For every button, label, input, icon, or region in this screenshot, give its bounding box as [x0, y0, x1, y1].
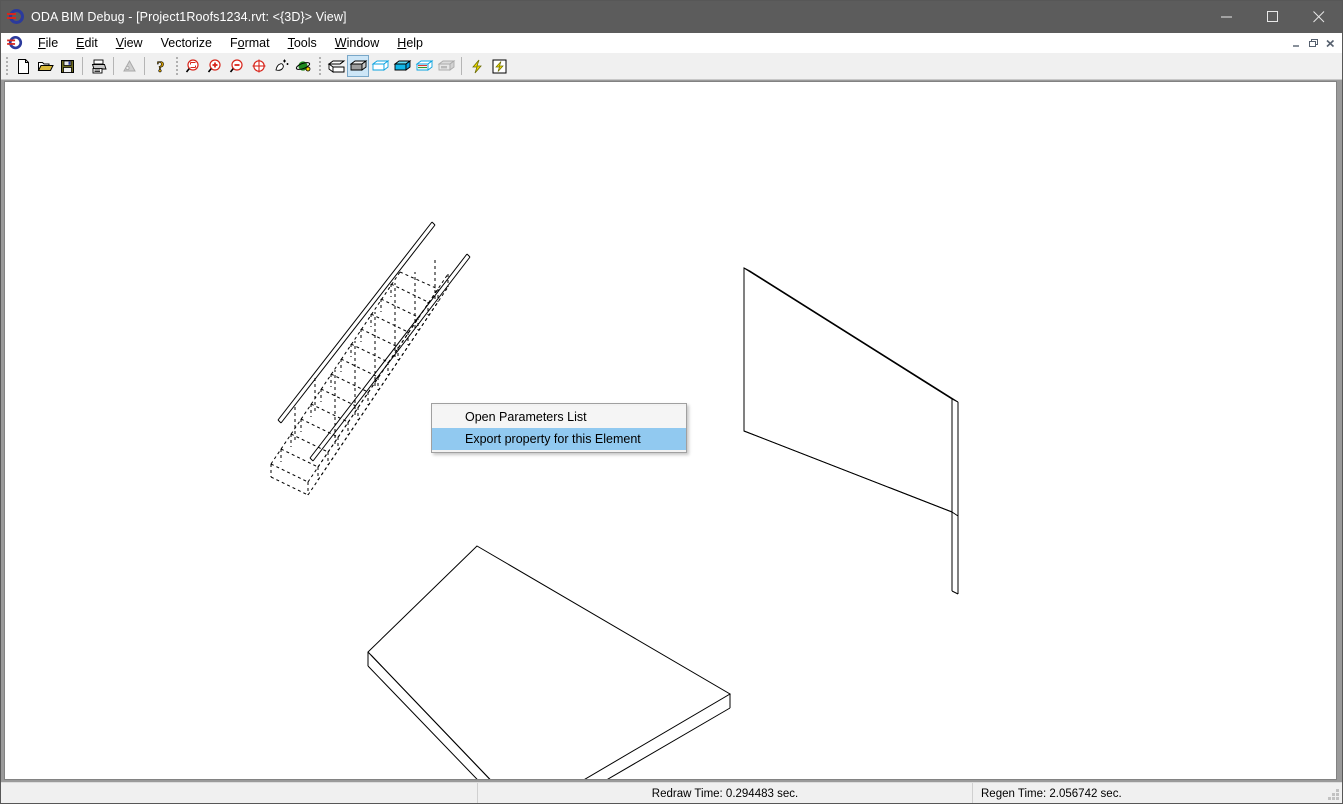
- mdi-child-controls: [1287, 33, 1342, 53]
- zoom-in-icon[interactable]: [204, 55, 226, 77]
- menu-items: File Edit View Vectorize Format Tools Wi…: [29, 33, 432, 53]
- render-hidden-line-icon[interactable]: [369, 55, 391, 77]
- toolbar-separator: [144, 57, 145, 75]
- title-bar: ODA BIM Debug - [Project1Roofs1234.rvt: …: [1, 1, 1342, 33]
- oda-logo-icon: [1, 1, 31, 33]
- child-view-window: Open Parameters List Export property for…: [4, 81, 1337, 780]
- render-2d-wireframe-icon[interactable]: [325, 55, 347, 77]
- menu-format[interactable]: Format: [221, 34, 279, 52]
- menu-vectorize[interactable]: Vectorize: [152, 34, 221, 52]
- context-menu: Open Parameters List Export property for…: [431, 403, 687, 453]
- toolbar-grip[interactable]: [316, 56, 323, 76]
- toolbar-separator: [82, 57, 83, 75]
- toolbar-separator: [461, 57, 462, 75]
- render-flat-shaded-icon[interactable]: [391, 55, 413, 77]
- context-menu-item-open-parameters-list[interactable]: Open Parameters List: [432, 406, 686, 428]
- new-file-icon[interactable]: [12, 55, 34, 77]
- zoom-out-icon[interactable]: [226, 55, 248, 77]
- print-icon[interactable]: [87, 55, 109, 77]
- open-file-icon[interactable]: [34, 55, 56, 77]
- menu-view[interactable]: View: [107, 34, 152, 52]
- document-oda-logo-icon: [1, 33, 29, 53]
- toolbar-separator: [113, 57, 114, 75]
- print-preview-icon: [118, 55, 140, 77]
- floor-slab-element: [367, 545, 731, 779]
- application-window: ODA BIM Debug - [Project1Roofs1234.rvt: …: [0, 0, 1343, 804]
- menu-window[interactable]: Window: [326, 34, 388, 52]
- svg-text:?: ?: [156, 59, 164, 75]
- status-redraw-time: Redraw Time: 0.294483 sec.: [477, 783, 973, 803]
- toolbar-grip[interactable]: [173, 56, 180, 76]
- mdi-minimize-icon[interactable]: [1288, 35, 1304, 51]
- mdi-client-area: Open Parameters List Export property for…: [1, 80, 1342, 782]
- window-title: ODA BIM Debug - [Project1Roofs1234.rvt: …: [31, 10, 347, 24]
- save-file-icon[interactable]: [56, 55, 78, 77]
- regen-icon[interactable]: [466, 55, 488, 77]
- render-disabled-icon: [435, 55, 457, 77]
- context-menu-item-export-property[interactable]: Export property for this Element: [432, 428, 686, 450]
- status-left-pane: [1, 783, 477, 803]
- resize-grip-icon[interactable]: [1327, 789, 1340, 802]
- regen-all-icon[interactable]: [488, 55, 510, 77]
- menu-edit[interactable]: Edit: [67, 34, 107, 52]
- window-controls: [1204, 1, 1342, 33]
- render-gouraud-icon[interactable]: [413, 55, 435, 77]
- menu-help[interactable]: Help: [388, 34, 432, 52]
- toolbar: ?: [1, 53, 1342, 80]
- zoom-window-icon[interactable]: [182, 55, 204, 77]
- mdi-close-icon[interactable]: [1322, 35, 1338, 51]
- menu-tools[interactable]: Tools: [279, 34, 326, 52]
- close-icon[interactable]: [1296, 1, 1342, 33]
- status-regen-time: Regen Time: 2.056742 sec.: [973, 783, 1342, 803]
- maximize-icon[interactable]: [1250, 1, 1296, 33]
- orbit-icon[interactable]: [292, 55, 314, 77]
- toolbar-grip[interactable]: [3, 56, 10, 76]
- zoom-extents-icon[interactable]: [248, 55, 270, 77]
- mdi-restore-icon[interactable]: [1305, 35, 1321, 51]
- help-icon[interactable]: ?: [149, 55, 171, 77]
- minimize-icon[interactable]: [1204, 1, 1250, 33]
- wall-panel-element: [743, 267, 959, 595]
- menu-file[interactable]: File: [29, 34, 67, 52]
- menu-bar: File Edit View Vectorize Format Tools Wi…: [1, 33, 1342, 54]
- selected-stair-element: [270, 221, 471, 496]
- pan-icon[interactable]: [270, 55, 292, 77]
- render-3d-wireframe-icon[interactable]: [347, 55, 369, 77]
- status-bar: Redraw Time: 0.294483 sec. Regen Time: 2…: [1, 782, 1342, 803]
